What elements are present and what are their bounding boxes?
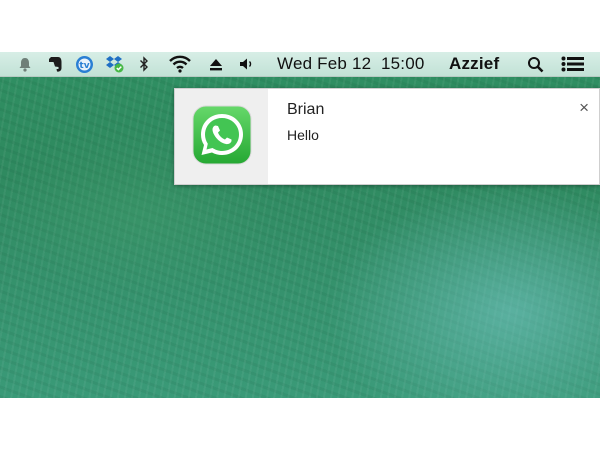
menubar-date[interactable]: Wed Feb 12 <box>277 52 371 76</box>
close-icon[interactable]: × <box>579 98 589 118</box>
notification-icon-panel <box>175 89 268 184</box>
eject-icon[interactable] <box>208 52 224 76</box>
wifi-icon[interactable] <box>167 52 193 76</box>
volume-icon[interactable] <box>238 52 256 76</box>
svg-text:tv: tv <box>79 61 89 71</box>
notification-center-icon[interactable] <box>560 52 586 76</box>
menu-bar: tv Wed Feb 12 15:00 Azzief <box>0 52 600 77</box>
menubar-time[interactable]: 15:00 <box>381 52 425 76</box>
whatsapp-notification-banner[interactable]: Brian Hello × <box>174 88 600 185</box>
notification-message: Hello <box>287 127 319 143</box>
notifications-bell-icon[interactable] <box>16 52 34 76</box>
teamviewer-icon[interactable]: tv <box>73 52 95 76</box>
evernote-icon[interactable] <box>45 52 65 76</box>
menubar-user[interactable]: Azzief <box>449 52 499 76</box>
whatsapp-icon <box>192 105 252 165</box>
notification-title: Brian <box>287 101 325 118</box>
dropbox-icon[interactable] <box>104 52 126 76</box>
spotlight-search-icon[interactable] <box>525 52 545 76</box>
bluetooth-icon[interactable] <box>136 52 152 76</box>
